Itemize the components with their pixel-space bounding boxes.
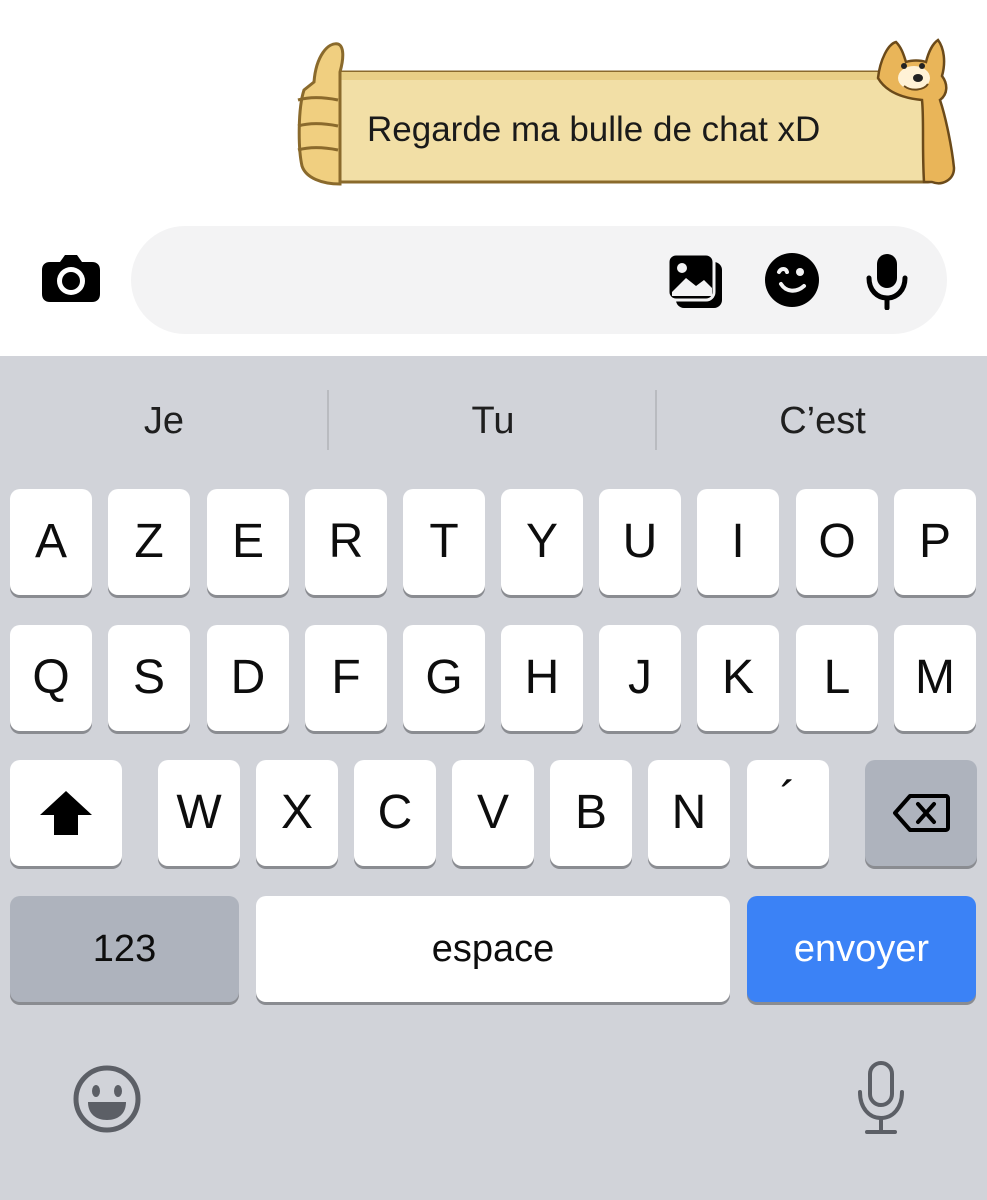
shift-arrow-icon bbox=[40, 791, 92, 835]
key-n[interactable]: N bbox=[648, 760, 730, 866]
message-bubble[interactable]: Regarde ma bulle de chat xD bbox=[292, 38, 958, 188]
chat-area: Regarde ma bulle de chat xD bbox=[0, 0, 987, 356]
key-a[interactable]: A bbox=[10, 489, 92, 595]
sticker-icon[interactable] bbox=[764, 252, 820, 308]
suggestion-2[interactable]: Tu bbox=[330, 386, 656, 456]
key-j[interactable]: J bbox=[599, 625, 681, 731]
backspace-icon bbox=[893, 794, 950, 832]
suggestion-3[interactable]: C’est bbox=[658, 386, 987, 456]
gallery-icon[interactable] bbox=[666, 252, 724, 310]
key-g[interactable]: G bbox=[403, 625, 485, 731]
key-o[interactable]: O bbox=[796, 489, 878, 595]
delete-key[interactable] bbox=[865, 760, 977, 866]
key-i[interactable]: I bbox=[697, 489, 779, 595]
key-c[interactable]: C bbox=[354, 760, 436, 866]
numbers-key[interactable]: 123 bbox=[10, 896, 239, 1002]
camera-icon bbox=[42, 255, 100, 302]
key-u[interactable]: U bbox=[599, 489, 681, 595]
key-z[interactable]: Z bbox=[108, 489, 190, 595]
key-k[interactable]: K bbox=[697, 625, 779, 731]
shift-key[interactable] bbox=[10, 760, 122, 866]
key-s[interactable]: S bbox=[108, 625, 190, 731]
key-h[interactable]: H bbox=[501, 625, 583, 731]
key-r[interactable]: R bbox=[305, 489, 387, 595]
keyboard: Je Tu C’est A Z E R T Y U I O P Q S D F … bbox=[0, 356, 987, 1200]
key-f[interactable]: F bbox=[305, 625, 387, 731]
emoji-icon[interactable] bbox=[72, 1064, 142, 1134]
key-w[interactable]: W bbox=[158, 760, 240, 866]
key-m[interactable]: M bbox=[894, 625, 976, 731]
key-e[interactable]: E bbox=[207, 489, 289, 595]
message-input[interactable] bbox=[131, 226, 947, 334]
key-l[interactable]: L bbox=[796, 625, 878, 731]
microphone-icon[interactable] bbox=[863, 252, 911, 310]
key-y[interactable]: Y bbox=[501, 489, 583, 595]
message-text: Regarde ma bulle de chat xD bbox=[367, 110, 821, 149]
camera-button[interactable] bbox=[40, 252, 102, 304]
suggestion-divider bbox=[655, 390, 657, 450]
key-t[interactable]: T bbox=[403, 489, 485, 595]
key-b[interactable]: B bbox=[550, 760, 632, 866]
suggestion-divider bbox=[327, 390, 329, 450]
key-q[interactable]: Q bbox=[10, 625, 92, 731]
suggestion-1[interactable]: Je bbox=[0, 386, 328, 456]
key-v[interactable]: V bbox=[452, 760, 534, 866]
key-p[interactable]: P bbox=[894, 489, 976, 595]
key-acute-accent[interactable]: ´ bbox=[747, 760, 829, 866]
send-key[interactable]: envoyer bbox=[747, 896, 976, 1002]
space-key[interactable]: espace bbox=[256, 896, 730, 1002]
key-d[interactable]: D bbox=[207, 625, 289, 731]
dictation-microphone-icon[interactable] bbox=[855, 1060, 907, 1136]
suggestion-bar: Je Tu C’est bbox=[0, 356, 987, 486]
key-x[interactable]: X bbox=[256, 760, 338, 866]
